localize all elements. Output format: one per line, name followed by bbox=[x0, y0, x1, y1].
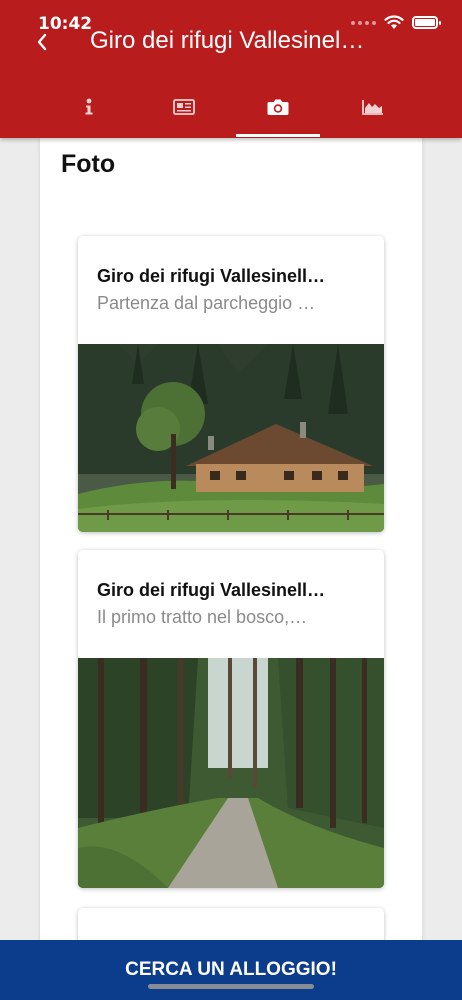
tab-elevation[interactable] bbox=[331, 78, 415, 136]
card-title: Giro dei rifugi Vallesinell… bbox=[97, 580, 326, 600]
battery-icon bbox=[412, 16, 441, 29]
photo-card[interactable]: Giro dei rifugi Vallesinell… Partenza da… bbox=[78, 236, 384, 532]
photo-card[interactable]: Giro dei rifugi Vallesinell… Il primo tr… bbox=[78, 550, 384, 888]
card-title: Giro dei rifugi Vallesinell… bbox=[97, 266, 326, 286]
tab-info[interactable] bbox=[47, 78, 131, 136]
tab-description[interactable] bbox=[142, 78, 226, 136]
wifi-icon bbox=[384, 15, 404, 29]
app-header: 10:42 Giro dei rifugi Vallesinel… bbox=[0, 0, 462, 138]
photo-section: Foto Giro dei rifugi Vallesinell… Parten… bbox=[40, 138, 422, 1000]
find-accommodation-button[interactable]: CERCA UN ALLOGGIO! bbox=[0, 940, 462, 1000]
card-text: Giro dei rifugi Vallesinell… Il primo tr… bbox=[78, 550, 384, 658]
home-indicator bbox=[148, 984, 314, 989]
card-subtitle: Partenza dal parcheggio … bbox=[97, 293, 316, 313]
cta-label: CERCA UN ALLOGGIO! bbox=[125, 959, 337, 980]
elevation-chart-icon bbox=[361, 100, 383, 115]
page-title: Giro dei rifugi Vallesinel… bbox=[90, 27, 365, 54]
newspaper-icon bbox=[172, 99, 195, 115]
card-subtitle: Il primo tratto nel bosco,… bbox=[97, 607, 308, 627]
back-button[interactable] bbox=[30, 28, 54, 56]
section-title: Foto bbox=[61, 150, 116, 178]
forest-path-photo bbox=[78, 658, 384, 888]
info-icon bbox=[85, 98, 93, 115]
mountain-hut-photo bbox=[78, 344, 384, 532]
tab-photos[interactable] bbox=[236, 78, 321, 137]
tab-bar bbox=[0, 78, 462, 137]
card-text: Giro dei rifugi Vallesinell… Partenza da… bbox=[78, 236, 384, 344]
camera-icon bbox=[267, 99, 289, 115]
chevron-left-icon bbox=[37, 33, 47, 51]
signal-icon bbox=[351, 20, 376, 25]
